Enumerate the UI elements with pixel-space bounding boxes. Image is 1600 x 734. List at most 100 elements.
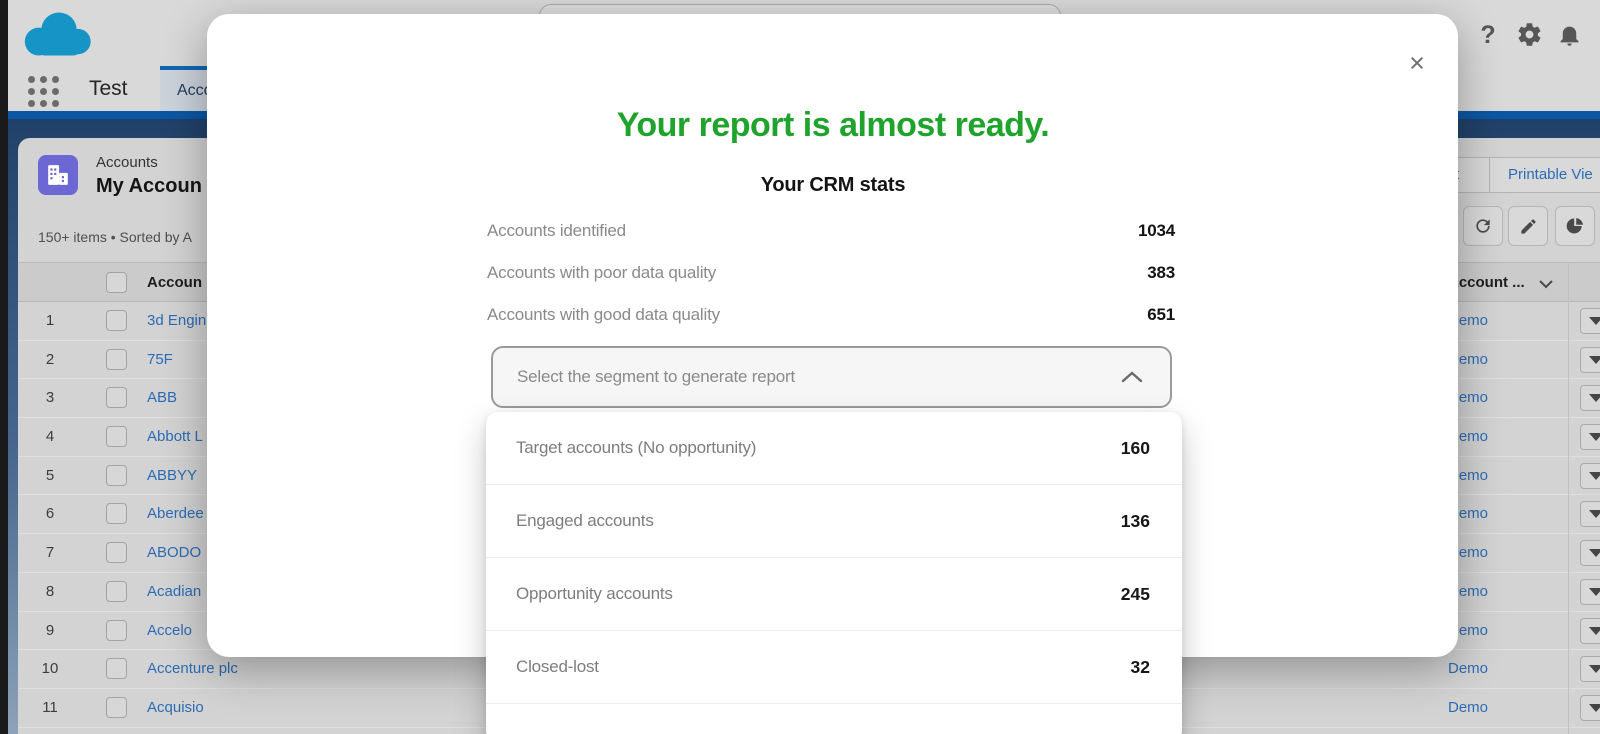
row-actions-button[interactable]: [1580, 424, 1600, 450]
caret-down-icon: [1589, 356, 1600, 364]
option-value: 245: [1121, 584, 1150, 605]
row-actions-button[interactable]: [1580, 463, 1600, 489]
option-label: Engaged accounts: [516, 511, 654, 531]
stat-label: Accounts with poor data quality: [487, 263, 716, 283]
row-number: 5: [30, 467, 70, 484]
window-edge: [0, 0, 8, 734]
app-launcher-icon[interactable]: [28, 76, 59, 107]
row-checkbox[interactable]: [106, 503, 127, 524]
row-checkbox[interactable]: [106, 465, 127, 486]
account-source-value[interactable]: Demo: [1448, 660, 1488, 677]
row-number: 6: [30, 505, 70, 522]
option-label: Closed-lost: [516, 657, 599, 677]
caret-down-icon: [1589, 704, 1600, 712]
app-name: Test: [89, 77, 128, 101]
bell-icon[interactable]: [1556, 21, 1584, 49]
column-divider: [1568, 262, 1569, 734]
segment-option[interactable]: Opportunity accounts 245: [486, 558, 1182, 631]
row-actions-button[interactable]: [1580, 501, 1600, 527]
row-actions-button[interactable]: [1580, 308, 1600, 334]
stat-value: 383: [1147, 263, 1175, 283]
row-number: 7: [30, 544, 70, 561]
option-value: 32: [1131, 657, 1150, 678]
row-number: 4: [30, 428, 70, 445]
row-actions-button[interactable]: [1580, 540, 1600, 566]
gear-icon[interactable]: [1516, 21, 1544, 49]
object-label: Accounts: [96, 154, 158, 171]
stat-row: Accounts with poor data quality 383: [487, 252, 1175, 294]
row-actions-button[interactable]: [1580, 618, 1600, 644]
account-link[interactable]: Aberdee: [147, 505, 204, 522]
close-icon[interactable]: ×: [1400, 46, 1434, 80]
caret-down-icon: [1589, 549, 1600, 557]
caret-down-icon: [1589, 472, 1600, 480]
caret-down-icon: [1589, 433, 1600, 441]
account-link[interactable]: Acadian: [147, 583, 201, 600]
row-actions-button[interactable]: [1580, 656, 1600, 682]
pie-chart-button[interactable]: [1555, 206, 1595, 246]
stat-value: 1034: [1138, 221, 1175, 241]
row-checkbox[interactable]: [106, 697, 127, 718]
row-actions-button[interactable]: [1580, 347, 1600, 373]
button-divider: [1489, 158, 1490, 192]
modal-title: Your report is almost ready.: [484, 106, 1182, 145]
row-number: 1: [30, 312, 70, 329]
modal-subtitle: Your CRM stats: [484, 174, 1182, 197]
select-all-checkbox[interactable]: [106, 272, 127, 293]
row-actions-button[interactable]: [1580, 695, 1600, 721]
row-checkbox[interactable]: [106, 581, 127, 602]
segment-select[interactable]: Select the segment to generate report: [491, 346, 1172, 408]
account-link[interactable]: Accelo: [147, 622, 192, 639]
row-checkbox[interactable]: [106, 310, 127, 331]
caret-down-icon: [1589, 627, 1600, 635]
account-link[interactable]: 75F: [147, 351, 173, 368]
row-checkbox[interactable]: [106, 387, 127, 408]
option-value: 160: [1121, 438, 1150, 459]
caret-down-icon: [1589, 588, 1600, 596]
row-checkbox[interactable]: [106, 658, 127, 679]
stat-label: Accounts identified: [487, 221, 626, 241]
stat-row: Accounts with good data quality 651: [487, 294, 1175, 336]
row-checkbox[interactable]: [106, 620, 127, 641]
chevron-up-icon: [1120, 370, 1144, 384]
caret-down-icon: [1589, 510, 1600, 518]
account-link[interactable]: Acquisio: [147, 699, 204, 716]
segment-option[interactable]: Closed-lost 32: [486, 631, 1182, 704]
account-link[interactable]: ABODO: [147, 544, 201, 561]
option-value: 136: [1121, 511, 1150, 532]
segment-select-label: Select the segment to generate report: [517, 367, 795, 387]
row-number: 9: [30, 622, 70, 639]
list-view-title[interactable]: My Accoun: [96, 175, 202, 198]
account-name-column-header[interactable]: Accoun: [147, 274, 202, 291]
printable-view-button[interactable]: Printable Vie: [1508, 166, 1593, 183]
caret-down-icon: [1589, 394, 1600, 402]
row-number: 3: [30, 389, 70, 406]
account-link[interactable]: Accenture plc: [147, 660, 238, 677]
option-label: Target accounts (No opportunity): [516, 438, 756, 458]
row-number: 11: [30, 699, 70, 716]
account-source-column-header[interactable]: Account ...: [1448, 274, 1525, 291]
account-link[interactable]: 3d Engin: [147, 312, 206, 329]
stat-label: Accounts with good data quality: [487, 305, 720, 325]
row-actions-button[interactable]: [1580, 385, 1600, 411]
account-link[interactable]: ABB: [147, 389, 177, 406]
segment-options-panel: Target accounts (No opportunity) 160 Eng…: [486, 412, 1182, 734]
account-source-value[interactable]: Demo: [1448, 699, 1488, 716]
accounts-object-icon: [38, 155, 78, 195]
account-link[interactable]: Abbott L: [147, 428, 203, 445]
chevron-down-icon[interactable]: [1538, 279, 1554, 289]
account-link[interactable]: ABBYY: [147, 467, 197, 484]
edit-pencil-button[interactable]: [1508, 206, 1548, 246]
row-checkbox[interactable]: [106, 426, 127, 447]
caret-down-icon: [1589, 317, 1600, 325]
row-checkbox[interactable]: [106, 349, 127, 370]
caret-down-icon: [1589, 665, 1600, 673]
refresh-button[interactable]: [1463, 206, 1503, 246]
help-icon[interactable]: ?: [1474, 21, 1502, 49]
segment-option[interactable]: Engaged accounts 136: [486, 485, 1182, 558]
row-number: 2: [30, 351, 70, 368]
row-checkbox[interactable]: [106, 542, 127, 563]
segment-option[interactable]: Target accounts (No opportunity) 160: [486, 412, 1182, 485]
salesforce-logo-icon: [21, 8, 97, 60]
row-actions-button[interactable]: [1580, 579, 1600, 605]
